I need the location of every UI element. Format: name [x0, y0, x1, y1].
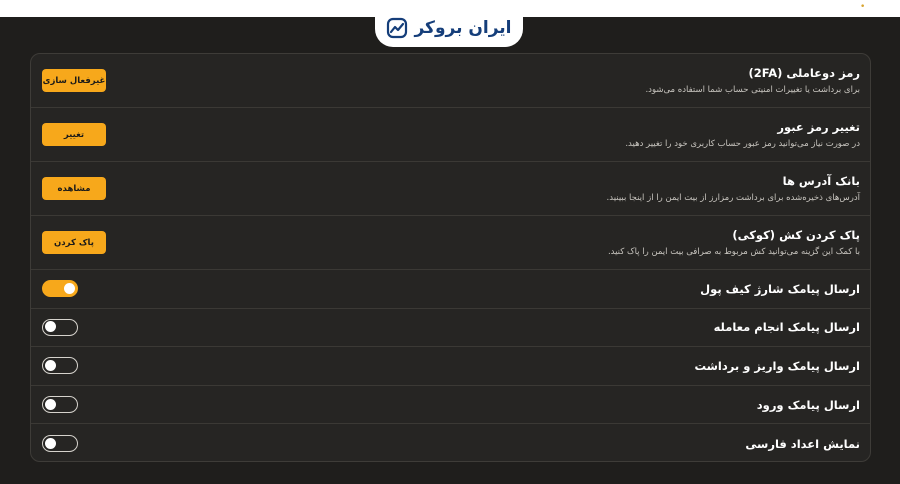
- toggle-label: ارسال پیامک شارژ کیف پول: [700, 281, 860, 296]
- toggle-row-wallet-sms: ارسال پیامک شارژ کیف پول: [31, 270, 870, 309]
- wallet-sms-toggle[interactable]: [42, 280, 78, 298]
- change-password-button[interactable]: تغییر: [42, 123, 106, 146]
- setting-text: رمز دوعاملی (2FA) برای برداشت یا تغییرات…: [645, 65, 860, 97]
- setting-description: آدرس‌های ذخیره‌شده برای برداشت رمزارز از…: [606, 192, 860, 203]
- toggle-knob: [45, 321, 56, 333]
- toggle-row-trade-sms: ارسال پیامک انجام معامله: [31, 309, 870, 348]
- setting-text: بانک آدرس ها آدرس‌های ذخیره‌شده برای برد…: [607, 173, 860, 205]
- setting-title: بانک آدرس ها: [782, 173, 860, 188]
- trade-sms-toggle[interactable]: [42, 318, 78, 336]
- toggle-label: ارسال پیامک انجام معامله: [713, 320, 860, 335]
- login-sms-toggle[interactable]: [42, 396, 78, 414]
- toggle-row-deposit-withdraw-sms: ارسال پیامک واریز و برداشت: [31, 347, 870, 386]
- toggle-label: نمایش اعداد فارسی: [745, 436, 860, 451]
- trend-chart-icon: [387, 17, 408, 38]
- setting-row-address-book: بانک آدرس ها آدرس‌های ذخیره‌شده برای برد…: [31, 162, 870, 216]
- setting-description: برای برداشت یا تغییرات امنیتی حساب شما ا…: [645, 84, 860, 95]
- setting-row-change-password: تغییر رمز عبور در صورت نیاز می‌توانید رم…: [31, 108, 870, 162]
- brand-logo[interactable]: ایران بروکر: [375, 8, 523, 47]
- setting-description: در صورت نیاز می‌توانید رمز عبور حساب کار…: [625, 138, 860, 149]
- toggle-knob: [45, 398, 56, 410]
- brand-name: ایران بروکر: [414, 17, 512, 38]
- setting-title: پاک کردن کش (کوکی): [732, 227, 860, 242]
- persian-numbers-toggle[interactable]: [42, 435, 78, 453]
- disable-2fa-button[interactable]: غیرفعال سازی: [42, 69, 106, 92]
- setting-description: با کمک این گزینه می‌توانید کش مربوط به ص…: [607, 246, 860, 257]
- deposit-withdraw-sms-toggle[interactable]: [42, 357, 78, 375]
- toggle-knob: [45, 359, 56, 371]
- clear-cache-button[interactable]: پاک کردن: [42, 231, 106, 254]
- setting-text: تغییر رمز عبور در صورت نیاز می‌توانید رم…: [625, 119, 860, 151]
- setting-row-clear-cache: پاک کردن کش (کوکی) با کمک این گزینه می‌ت…: [31, 216, 870, 270]
- setting-title: تغییر رمز عبور: [777, 119, 860, 134]
- toggle-row-persian-numbers: نمایش اعداد فارسی: [31, 424, 870, 461]
- top-corner-icon[interactable]: •: [860, 2, 870, 12]
- setting-text: پاک کردن کش (کوکی) با کمک این گزینه می‌ت…: [608, 227, 860, 259]
- settings-card: رمز دوعاملی (2FA) برای برداشت یا تغییرات…: [30, 53, 871, 462]
- setting-title: رمز دوعاملی (2FA): [748, 65, 860, 80]
- setting-row-2fa: رمز دوعاملی (2FA) برای برداشت یا تغییرات…: [31, 54, 870, 108]
- toggle-row-login-sms: ارسال پیامک ورود: [31, 386, 870, 425]
- toggle-knob: [45, 437, 56, 449]
- toggle-knob: [64, 282, 75, 294]
- toggle-label: ارسال پیامک واریز و برداشت: [694, 358, 860, 373]
- view-addresses-button[interactable]: مشاهده: [42, 177, 106, 200]
- toggle-label: ارسال پیامک ورود: [756, 397, 860, 412]
